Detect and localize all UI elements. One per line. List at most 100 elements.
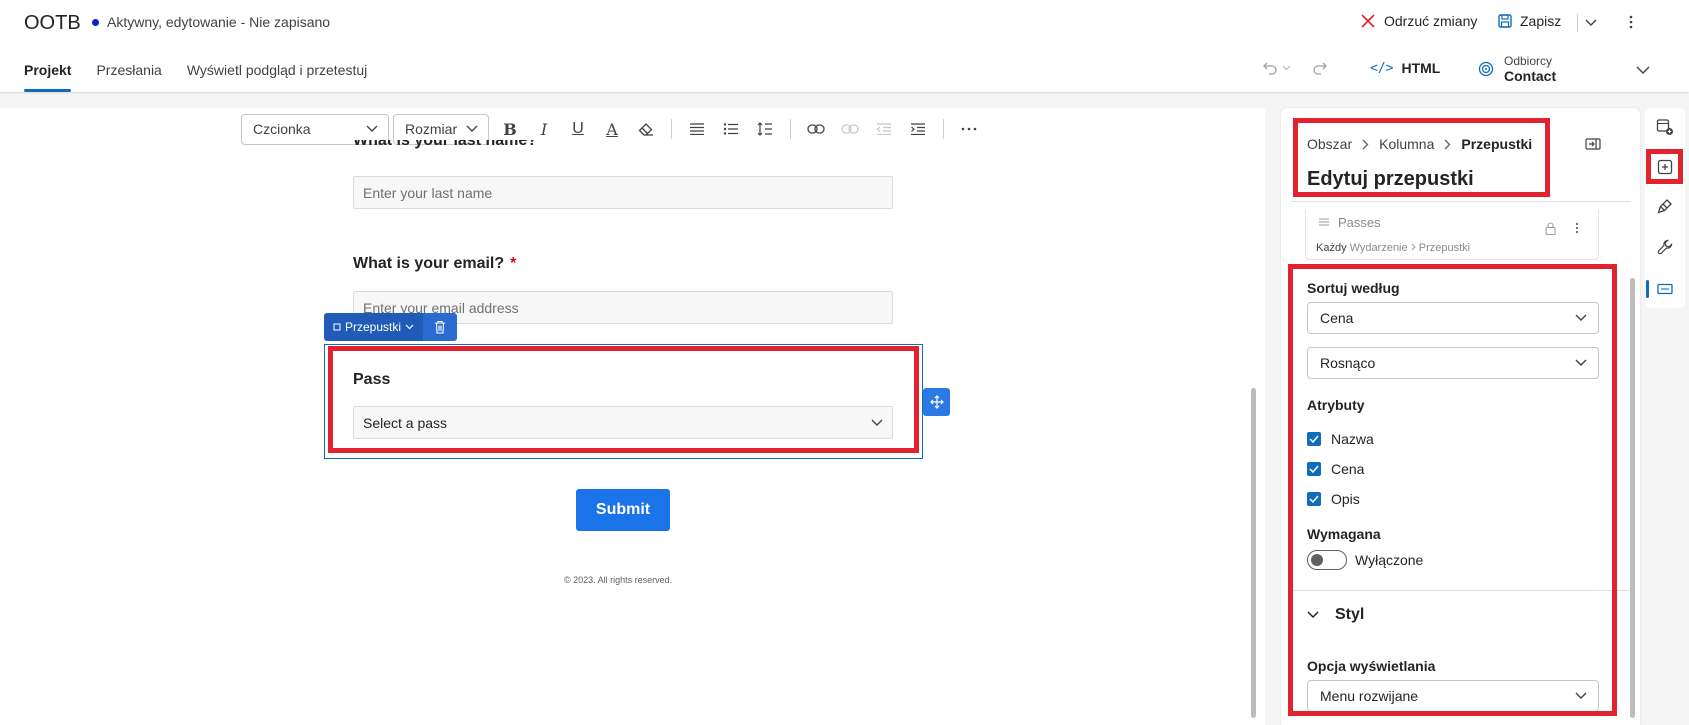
save-label: Zapisz [1520, 13, 1562, 29]
tab-preview-test[interactable]: Wyświetl podgląd i przetestuj [187, 62, 367, 92]
add-square-icon [1657, 159, 1673, 175]
section-divider [1291, 590, 1631, 591]
discard-changes-button[interactable]: Odrzuć zmiany [1360, 13, 1477, 29]
display-option-value: Menu rozwijane [1320, 688, 1419, 704]
save-button[interactable]: Zapisz [1498, 13, 1561, 29]
breadcrumb-item-current: Przepustki [1461, 136, 1533, 152]
required-toggle-text: Wyłączone [1355, 552, 1424, 568]
audience-label: Odbiorcy [1504, 54, 1553, 68]
paintbrush-icon [1657, 199, 1672, 214]
rail-style-button[interactable] [1652, 193, 1678, 219]
rail-active-indicator [1646, 280, 1649, 298]
discard-label: Odrzuć zmiany [1384, 13, 1478, 29]
attribute-checkbox-description[interactable]: Opis [1307, 491, 1360, 507]
submit-button[interactable]: Submit [576, 489, 670, 531]
font-color-button[interactable]: A [595, 113, 629, 145]
outdent-icon [876, 123, 891, 135]
lock-icon [1545, 222, 1556, 238]
chevron-down-icon [405, 324, 414, 330]
last-name-field[interactable]: Enter your last name [353, 176, 893, 209]
element-icon [333, 323, 341, 331]
app-title: OOTB [24, 12, 81, 34]
insert-link-button[interactable] [799, 113, 833, 145]
rail-add-element-button[interactable] [1652, 114, 1678, 140]
passes-card-path: Każdy Wydarzenie Przepustki [1316, 242, 1470, 254]
more-vertical-icon [1629, 15, 1633, 29]
chevron-down-icon [1585, 19, 1597, 26]
pass-select-value: Select a pass [363, 414, 448, 431]
breadcrumb-item-column[interactable]: Kolumna [1379, 136, 1434, 152]
canvas-scrollbar[interactable] [1251, 388, 1256, 718]
selected-element-outline [324, 344, 923, 459]
main-tabs: Projekt Przesłania Wyświetl podgląd i pr… [24, 62, 367, 92]
card-more-button[interactable] [1575, 222, 1579, 237]
rail-add-section-button[interactable] [1652, 154, 1678, 180]
tab-przeslania[interactable]: Przesłania [96, 62, 161, 92]
passes-path-entity: Wydarzenie [1349, 242, 1408, 254]
breadcrumb: Obszar Kolumna Przepustki [1307, 136, 1532, 152]
display-option-dropdown[interactable]: Menu rozwijane [1307, 680, 1599, 712]
pass-select[interactable]: Select a pass [353, 406, 893, 439]
display-option-label: Opcja wyświetlania [1307, 658, 1436, 674]
sort-order-dropdown[interactable]: Rosnąco [1307, 347, 1599, 379]
tab-projekt[interactable]: Projekt [24, 62, 72, 92]
toggle-switch-icon [1307, 550, 1347, 570]
required-label: Wymagana [1307, 526, 1381, 542]
sort-order-value: Rosnąco [1320, 355, 1376, 371]
undo-button[interactable] [1262, 60, 1291, 76]
chevron-right-icon [1411, 243, 1416, 251]
attribute-label: Cena [1331, 461, 1365, 477]
code-icon: </> [1370, 60, 1394, 76]
more-format-button[interactable] [952, 113, 986, 145]
line-spacing-button[interactable] [748, 113, 782, 145]
required-mark: * [510, 255, 517, 272]
underline-button[interactable]: U [561, 113, 595, 145]
checkbox-checked-icon [1307, 432, 1321, 446]
html-button[interactable]: </> HTML [1370, 60, 1440, 76]
email-question: What is your email? * [353, 255, 516, 273]
align-button[interactable] [680, 113, 714, 145]
link-icon [807, 124, 825, 134]
attribute-checkbox-name[interactable]: Nazwa [1307, 431, 1374, 447]
audience-dropdown[interactable] [1636, 62, 1650, 80]
redo-button[interactable] [1312, 60, 1328, 81]
toolbar-divider [671, 119, 672, 139]
audience-value: Contact [1504, 68, 1557, 84]
increase-indent-button[interactable] [901, 113, 935, 145]
style-section-toggle[interactable]: Styl [1307, 606, 1364, 624]
breadcrumb-item-area[interactable]: Obszar [1307, 136, 1352, 152]
bullet-list-button[interactable] [714, 113, 748, 145]
more-options-button[interactable] [1620, 10, 1642, 34]
save-options-dropdown[interactable] [1580, 13, 1602, 33]
chevron-down-icon [1636, 66, 1650, 74]
move-handle[interactable] [923, 388, 950, 416]
element-type-button[interactable]: Przepustki [324, 313, 424, 341]
status-text: Aktywny, edytowanie - Nie zapisano [107, 14, 331, 30]
last-name-question: What is your last name? [353, 140, 538, 149]
sort-by-label: Sortuj według [1307, 280, 1400, 296]
clear-format-button[interactable] [629, 113, 663, 145]
checkbox-checked-icon [1307, 492, 1321, 506]
toolbar-divider [790, 119, 791, 139]
sort-field-dropdown[interactable]: Cena [1307, 302, 1599, 334]
pass-label: Pass [353, 371, 391, 388]
attribute-checkbox-price[interactable]: Cena [1307, 461, 1364, 477]
remove-link-button[interactable] [833, 113, 867, 145]
save-status: Aktywny, edytowanie - Nie zapisano [92, 14, 330, 30]
rail-properties-button[interactable] [1652, 276, 1678, 302]
bold-icon: B [503, 119, 517, 139]
audience-selector[interactable]: Odbiorcy Contact [1478, 54, 1556, 84]
more-horizontal-icon [961, 127, 977, 131]
style-section-label: Styl [1335, 606, 1365, 623]
redo-icon [1313, 62, 1327, 75]
rail-settings-button[interactable] [1652, 234, 1678, 260]
indent-icon [911, 123, 925, 135]
chevron-down-icon [1307, 611, 1319, 619]
required-toggle[interactable]: Wyłączone [1307, 550, 1423, 570]
chevron-down-icon [466, 125, 478, 132]
panel-scrollbar[interactable] [1630, 278, 1635, 718]
delete-element-button[interactable] [423, 313, 458, 341]
decrease-indent-button[interactable] [867, 113, 901, 145]
collapse-panel-button[interactable] [1582, 134, 1604, 154]
chevron-down-icon [1282, 65, 1291, 71]
